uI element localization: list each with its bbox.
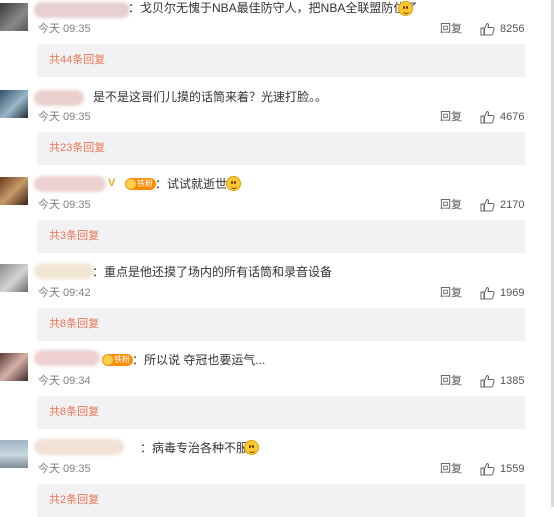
username-blurred[interactable]: [34, 439, 124, 455]
like-count: 1969: [500, 287, 525, 299]
comment-time: 今天 09:35: [38, 111, 91, 123]
comment-time: 今天 09:34: [38, 375, 91, 387]
smiley-emoji-icon: [244, 440, 259, 455]
reply-button[interactable]: 回复: [440, 286, 462, 300]
like-count: 1385: [500, 375, 525, 387]
view-replies-link[interactable]: 共3条回复: [49, 229, 99, 243]
laughing-emoji-icon: [226, 176, 241, 191]
avatar[interactable]: [0, 264, 28, 292]
username-blurred[interactable]: [34, 90, 84, 106]
comment-time: 今天 09:42: [38, 287, 91, 299]
comment-text: 是不是这哥们儿摸的话筒来着？光速打脸。。: [93, 90, 328, 104]
comment-time: 今天 09:35: [38, 199, 91, 211]
comment-text: ：所以说 夺冠也要运气...: [132, 353, 266, 367]
reply-button[interactable]: 回复: [440, 198, 462, 212]
like-count: 8256: [500, 23, 525, 35]
view-replies-link[interactable]: 共23条回复: [49, 141, 105, 155]
replies-box: 共8条回复: [37, 308, 525, 341]
avatar[interactable]: [0, 3, 28, 31]
reply-button[interactable]: 回复: [440, 110, 462, 124]
avatar[interactable]: [0, 177, 28, 205]
comment-time: 今天 09:35: [38, 23, 91, 35]
thumbs-up-icon[interactable]: [480, 22, 495, 36]
avatar[interactable]: [0, 440, 28, 468]
fan-badge: 铁粉: [125, 178, 156, 190]
replies-box: 共2条回复: [37, 484, 525, 517]
like-count: 1559: [500, 463, 525, 475]
avatar[interactable]: [0, 90, 28, 118]
replies-box: 共8条回复: [37, 396, 525, 429]
reply-button[interactable]: 回复: [440, 462, 462, 476]
reply-button[interactable]: 回复: [440, 22, 462, 36]
username-blurred[interactable]: [34, 176, 106, 192]
smiley-emoji-icon: [398, 1, 413, 16]
thumbs-up-icon[interactable]: [480, 462, 495, 476]
username-blurred[interactable]: [34, 350, 100, 366]
comment-time: 今天 09:35: [38, 463, 91, 475]
comment-text: ：病毒专治各种不服: [140, 441, 249, 455]
thumbs-up-icon[interactable]: [480, 286, 495, 300]
comment-text: ：试试就逝世: [155, 177, 228, 191]
comment-text: ：重点是他还摸了场内的所有话筒和录音设备: [92, 265, 333, 279]
like-count: 4676: [500, 111, 525, 123]
thumbs-up-icon[interactable]: [480, 374, 495, 388]
replies-box: 共44条回复: [37, 44, 525, 77]
avatar[interactable]: [0, 353, 28, 381]
comment-text: ：戈贝尔无愧于NBA最佳防守人，把NBA全联盟防住了: [128, 1, 418, 15]
view-replies-link[interactable]: 共2条回复: [49, 493, 99, 507]
view-replies-link[interactable]: 共44条回复: [49, 53, 105, 67]
like-count: 2170: [500, 199, 525, 211]
replies-box: 共3条回复: [37, 220, 525, 253]
replies-box: 共23条回复: [37, 132, 525, 165]
username-blurred[interactable]: [34, 2, 130, 18]
thumbs-up-icon[interactable]: [480, 110, 495, 124]
username-blurred[interactable]: [34, 263, 94, 279]
thumbs-up-icon[interactable]: [480, 198, 495, 212]
reply-button[interactable]: 回复: [440, 374, 462, 388]
fan-badge: 铁粉: [102, 354, 133, 366]
vip-icon: V: [108, 177, 116, 189]
view-replies-link[interactable]: 共8条回复: [49, 317, 99, 331]
view-replies-link[interactable]: 共8条回复: [49, 405, 99, 419]
